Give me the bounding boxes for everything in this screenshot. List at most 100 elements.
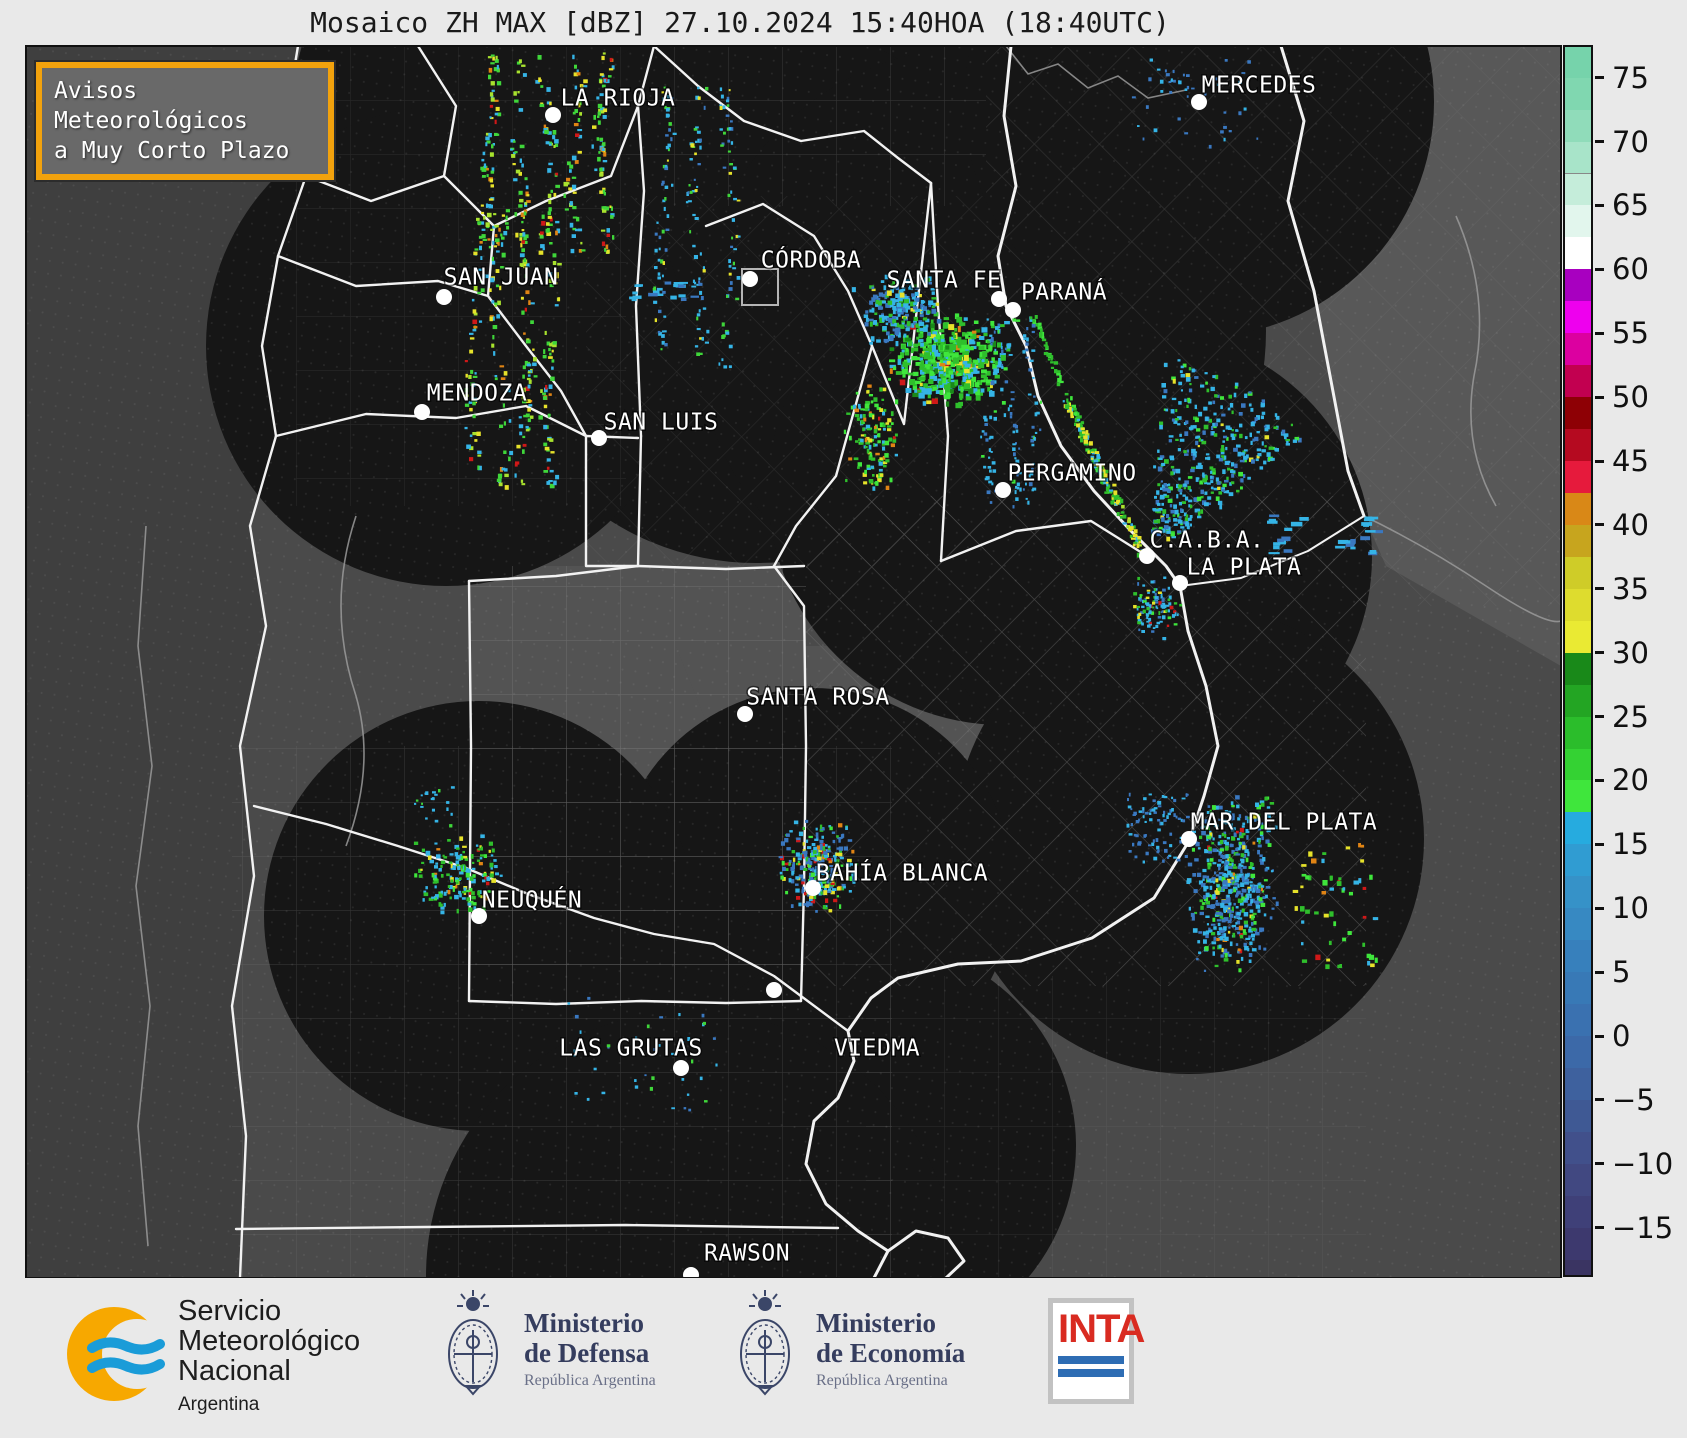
colorbar-segment--12.5dbz — [1565, 1163, 1591, 1196]
colorbar-segment-17.5dbz — [1565, 780, 1591, 813]
alert-line-1: Avisos Meteorológicos — [54, 78, 248, 134]
map-svg: LA RIOJA MERCEDES SAN JUAN CÓRDOBA SANTA FE P… — [26, 46, 1561, 1278]
colorbar-segment-32.5dbz — [1565, 588, 1591, 621]
colorbar-segment--17.5dbz — [1565, 1227, 1591, 1260]
colorbar-tick-label--10: −10 — [1612, 1146, 1674, 1181]
city-label-viedma: VIEDMA — [834, 1036, 920, 1062]
colorbar-segment-2.5dbz — [1565, 972, 1591, 1005]
colorbar-segment-57.5dbz — [1565, 269, 1591, 302]
inta-bar-top — [1058, 1356, 1124, 1364]
defensa-line2: de Defensa — [524, 1338, 650, 1368]
city-dot-viedma — [766, 982, 782, 998]
city-label-neuqu-n: NEUQUÉN — [482, 886, 582, 914]
city-label-bah-a-blanca: BAHÍA BLANCA — [816, 859, 988, 887]
radar-map: LA RIOJA MERCEDES SAN JUAN CÓRDOBA SANTA FE P… — [25, 45, 1562, 1279]
colorbar-tick--10 — [1595, 1162, 1604, 1166]
city-label-c-a-b-a: C.A.B.A. — [1150, 528, 1265, 554]
city-dot-las-grutas — [673, 1060, 689, 1076]
smn-wordmark: Servicio Meteorológico Nacional Argentin… — [178, 1296, 360, 1420]
colorbar-tick-0 — [1595, 1034, 1604, 1038]
colorbar-segment-7.5dbz — [1565, 908, 1591, 941]
economia-sub: República Argentina — [816, 1372, 948, 1389]
colorbar-segment--5dbz — [1565, 1067, 1591, 1100]
colorbar-tick-label--5: −5 — [1612, 1082, 1655, 1117]
dbz-colorbar — [1563, 45, 1593, 1277]
city-label-santa-rosa: SANTA ROSA — [746, 685, 889, 711]
city-label-las-grutas: LAS GRUTAS — [559, 1036, 702, 1062]
colorbar-segment-35dbz — [1565, 556, 1591, 589]
smn-line3: Nacional — [178, 1355, 291, 1387]
page-title: Mosaico ZH MAX [dBZ] 27.10.2024 15:40HOA… — [310, 6, 1170, 39]
city-label-pergamino: PERGAMINO — [1007, 461, 1136, 487]
city-label-san-juan: SAN JUAN — [444, 265, 559, 291]
map-dot-texture — [26, 46, 1561, 1278]
colorbar-tick-label-15: 15 — [1612, 827, 1649, 862]
economia-coat-of-arms-icon — [740, 1290, 790, 1396]
colorbar-tick-35 — [1595, 587, 1604, 591]
colorbar-segment--10dbz — [1565, 1131, 1591, 1164]
colorbar-tick-label-60: 60 — [1612, 252, 1649, 287]
smn-line1: Servicio — [178, 1295, 282, 1327]
city-dot-la-rioja — [545, 107, 561, 123]
colorbar-segment-42.5dbz — [1565, 461, 1591, 493]
smn-line2: Meteorológico — [178, 1325, 361, 1357]
colorbar-segment--7.5dbz — [1565, 1099, 1591, 1132]
colorbar-segment-55dbz — [1565, 301, 1591, 334]
economia-line1: Ministerio — [816, 1308, 936, 1338]
colorbar-tick-label-30: 30 — [1612, 635, 1649, 670]
colorbar-tick-label-5: 5 — [1612, 955, 1631, 990]
city-label-rawson: RAWSON — [704, 1241, 790, 1267]
smn-line4: Argentina — [178, 1394, 260, 1415]
colorbar-segment-0dbz — [1565, 1004, 1591, 1037]
colorbar-segment-52.5dbz — [1565, 333, 1591, 366]
colorbar-segment--15dbz — [1565, 1195, 1591, 1228]
colorbar-segment-47.5dbz — [1565, 397, 1591, 430]
city-label-san-luis: SAN LUIS — [604, 410, 719, 436]
inta-logo: INTA — [1048, 1298, 1145, 1404]
colorbar-segment-37.5dbz — [1565, 524, 1591, 557]
colorbar-segment-62.5dbz — [1565, 205, 1591, 238]
defensa-wordmark: Ministerio de Defensa República Argentin… — [524, 1308, 656, 1390]
colorbar-tick-40 — [1595, 523, 1604, 527]
colorbar-segment-50dbz — [1565, 365, 1591, 398]
city-label-paran: PARANÁ — [1021, 278, 1107, 306]
colorbar-tick-label-20: 20 — [1612, 763, 1649, 798]
colorbar-tick-label-75: 75 — [1612, 60, 1649, 95]
colorbar-segment-27.5dbz — [1565, 652, 1591, 685]
colorbar-segment--20dbz — [1565, 1259, 1591, 1275]
colorbar-tick--5 — [1595, 1098, 1604, 1102]
economia-line2: de Economía — [816, 1338, 966, 1368]
city-dot-paran — [1005, 302, 1021, 318]
inta-wordmark: INTA — [1058, 1307, 1145, 1351]
colorbar-tick-70 — [1595, 140, 1604, 144]
colorbar-segment-20dbz — [1565, 748, 1591, 781]
colorbar-tick-label-65: 65 — [1612, 188, 1649, 223]
colorbar-segment-72.5dbz — [1565, 77, 1591, 110]
economia-wordmark: Ministerio de Economía República Argenti… — [816, 1308, 965, 1390]
colorbar-tick-label-25: 25 — [1612, 699, 1649, 734]
defensa-coat-of-arms-icon — [448, 1290, 498, 1396]
colorbar-tick--15 — [1595, 1226, 1604, 1230]
colorbar-segment-67.5dbz — [1565, 141, 1591, 174]
city-dot-c-rdoba — [742, 271, 758, 287]
colorbar-tick-20 — [1595, 778, 1604, 782]
colorbar-segment--2.5dbz — [1565, 1036, 1591, 1068]
colorbar-tick-25 — [1595, 715, 1604, 719]
city-label-mendoza: MENDOZA — [427, 381, 527, 407]
footer-logos: Servicio Meteorológico Nacional Argentin… — [0, 1278, 1687, 1438]
colorbar-tick-60 — [1595, 267, 1604, 271]
colorbar-segment-10dbz — [1565, 876, 1591, 909]
colorbar-tick-45 — [1595, 459, 1604, 463]
colorbar-tick-label-55: 55 — [1612, 316, 1649, 351]
defensa-line1: Ministerio — [524, 1308, 644, 1338]
colorbar-segment-30dbz — [1565, 620, 1591, 653]
colorbar-tick-55 — [1595, 331, 1604, 335]
colorbar-segment-5dbz — [1565, 940, 1591, 973]
colorbar-segment-60dbz — [1565, 237, 1591, 270]
colorbar-tick-label-70: 70 — [1612, 124, 1649, 159]
colorbar-tick-label-40: 40 — [1612, 507, 1649, 542]
colorbar-segment-75dbz — [1565, 47, 1591, 78]
colorbar-tick-15 — [1595, 842, 1604, 846]
city-label-mercedes: MERCEDES — [1202, 73, 1317, 99]
colorbar-segment-15dbz — [1565, 812, 1591, 845]
